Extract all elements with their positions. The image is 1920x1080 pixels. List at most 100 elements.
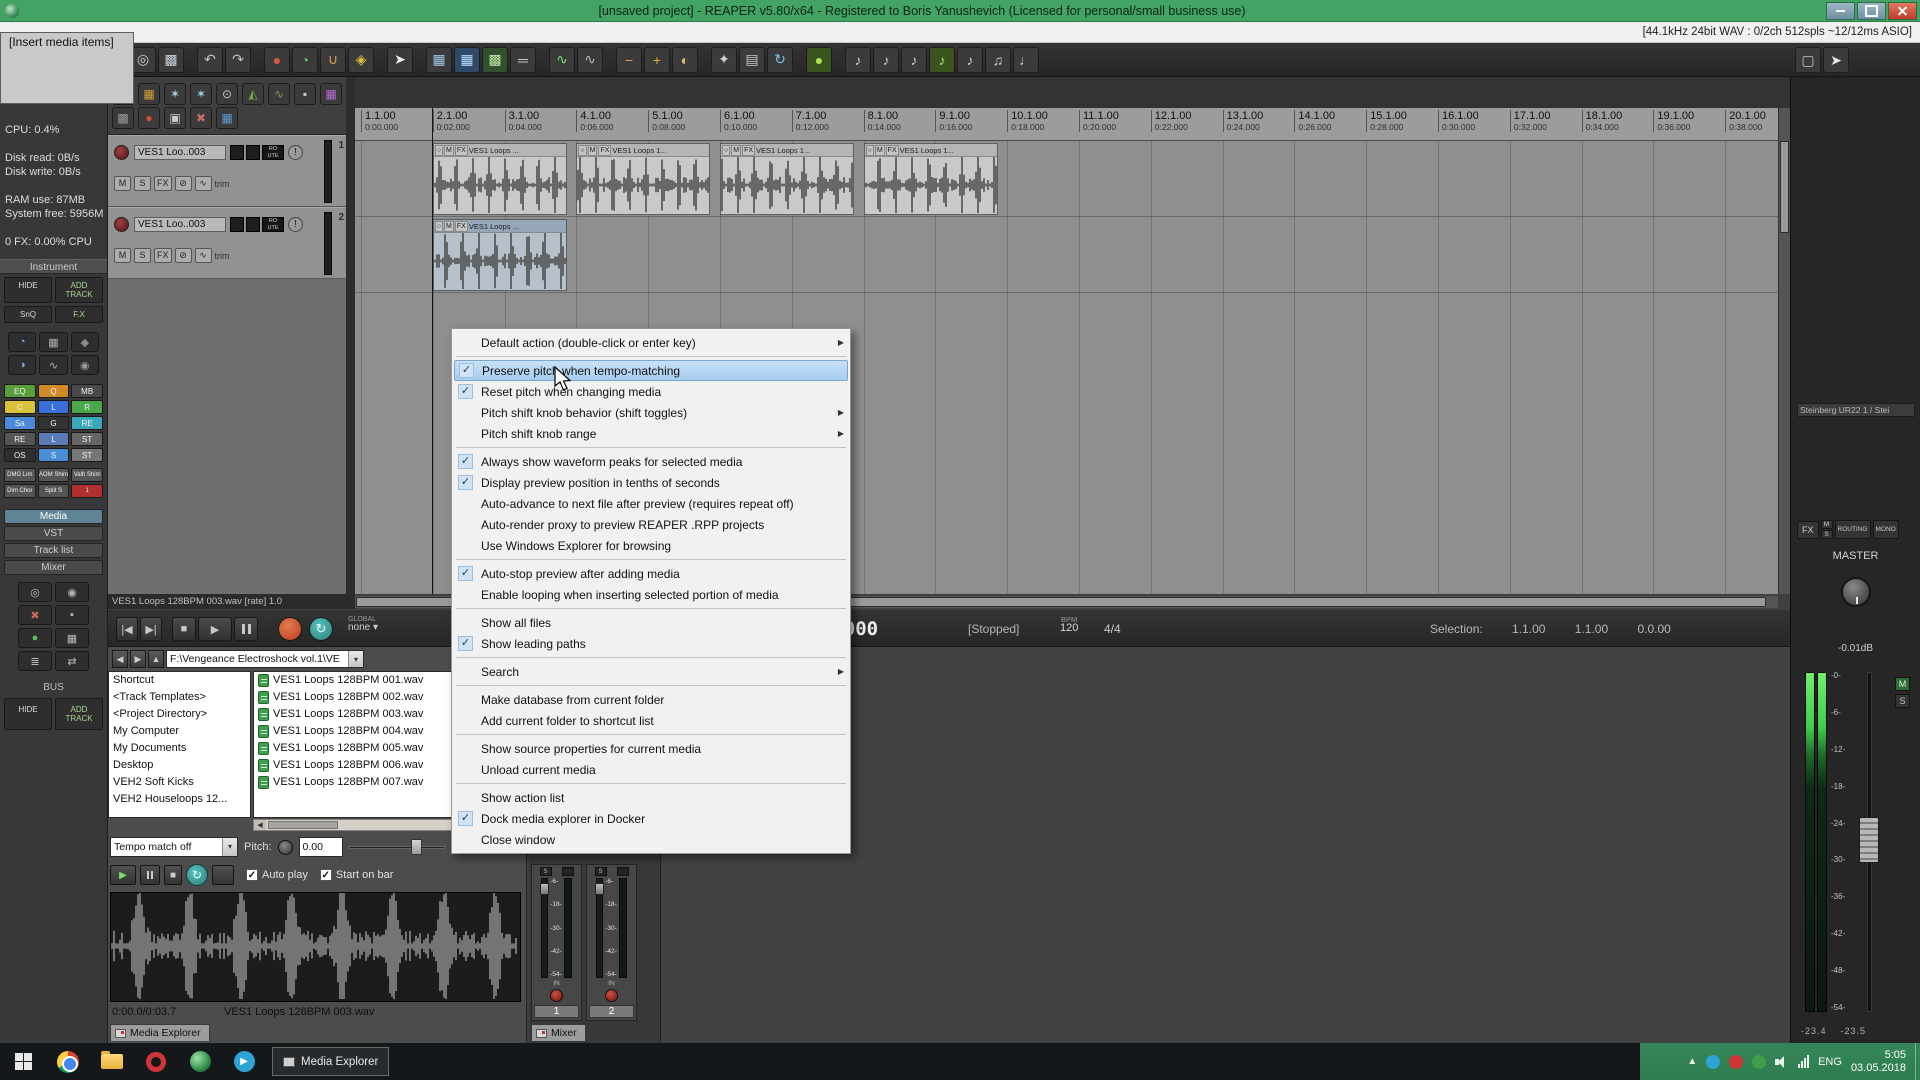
tray-telegram-icon[interactable] (1706, 1055, 1720, 1069)
performance-cursor-icon[interactable]: ➤ (1823, 47, 1849, 73)
snq-button[interactable]: SnQ (4, 306, 52, 323)
vertical-scrollbar[interactable] (1778, 108, 1790, 594)
meter-mute-button[interactable]: M (1895, 677, 1910, 691)
plugin-tile[interactable]: RE (4, 432, 36, 446)
shortcut-list[interactable]: Shortcut<Track Templates><Project Direct… (108, 671, 251, 818)
snq-icon[interactable]: ▪ (55, 605, 89, 625)
envelope-icon[interactable]: ∿ (549, 47, 575, 73)
sidebar-tab[interactable]: Media (4, 509, 103, 524)
project-cleanup-icon[interactable]: ▩ (158, 47, 184, 73)
master-routing-button[interactable]: ROUTING (1835, 520, 1871, 539)
plugin-tile[interactable]: Sa (4, 416, 36, 430)
shortcut-item[interactable]: My Documents (109, 740, 250, 757)
context-menu-item[interactable]: ✓ Preserve pitch when tempo-matching ▶ (454, 360, 848, 381)
volume-slider[interactable] (349, 839, 445, 855)
taskbar-media-explorer-button[interactable]: Media Explorer (272, 1047, 389, 1076)
preview-play-button[interactable]: ▶ (110, 865, 136, 885)
context-menu-item[interactable]: ✓ Auto-stop preview after adding media ▶ (454, 563, 848, 584)
width-button[interactable] (562, 867, 574, 876)
clock[interactable]: 5:0503.05.2018 (1851, 1049, 1906, 1075)
play-button[interactable]: ▶ (198, 617, 232, 641)
plugin-tile[interactable]: OS (4, 448, 36, 462)
external-sync-icon[interactable]: ↻ (767, 47, 793, 73)
fx-bypass-button[interactable] (246, 217, 260, 232)
wrench-icon[interactable]: ⊙ (216, 83, 238, 105)
shortcut-item[interactable]: Desktop (109, 757, 250, 774)
item-fx-button[interactable]: FX (455, 221, 468, 232)
timeline-ruler[interactable]: 1.1.00 0:00.000 2.1.00 0:02.000 3.1.00 0… (355, 108, 1778, 141)
tcp-splitter[interactable] (347, 77, 355, 594)
color-grid-icon[interactable]: ▦ (138, 83, 160, 105)
pan-knob-icon[interactable]: ◔ (8, 332, 36, 352)
go-to-end-button[interactable]: ▶| (140, 617, 162, 641)
context-menu-item[interactable]: ✓ ▶ (454, 682, 848, 689)
path-combo[interactable]: F:\Vengeance Electroshock vol.1\VE ▾ (166, 650, 364, 668)
width-button[interactable] (617, 867, 629, 876)
note-eighth-icon[interactable]: ♪ (901, 47, 927, 73)
item-mute-button[interactable]: M (444, 221, 454, 232)
forward-button[interactable]: ▶ (130, 650, 146, 668)
shortcut-item[interactable]: VEH2 Houseloops 12... (109, 791, 250, 808)
scroll-left-arrow[interactable]: ◀ (254, 820, 266, 830)
volume-icon[interactable] (1775, 1056, 1789, 1068)
plugin-tile[interactable]: ST (71, 448, 103, 462)
context-menu-item[interactable]: ✓ Use Windows Explorer for browsing ▶ (454, 535, 848, 556)
context-menu-item[interactable]: ✓ Unload current media ▶ (454, 759, 848, 780)
context-menu-item[interactable]: ✓ ▶ (454, 654, 848, 661)
plugin-tile[interactable]: L (38, 400, 70, 414)
back-button[interactable]: ◀ (112, 650, 128, 668)
sq-wave-icon[interactable]: ∿ (39, 355, 67, 375)
fx-chain-button[interactable]: FX (154, 248, 172, 263)
scrollbar-thumb[interactable] (268, 821, 338, 829)
context-menu-item[interactable]: ✓ Add current folder to shortcut list ▶ (454, 710, 848, 731)
note-quarter-icon[interactable]: ♪ (873, 47, 899, 73)
record-dot-icon[interactable]: ● (138, 107, 160, 129)
start-button[interactable] (0, 1043, 46, 1080)
tray-reaper-icon[interactable] (1752, 1055, 1766, 1069)
media-item[interactable]: ○ M FX VES1 Loops 1... (864, 143, 998, 215)
title-bar[interactable]: [unsaved project] - REAPER v5.80/x64 - R… (0, 0, 1920, 22)
item-mute-button[interactable]: M (588, 145, 598, 156)
note-sixteenth-icon[interactable]: ♫ (985, 47, 1011, 73)
palette-icon[interactable]: ▦ (320, 83, 342, 105)
plugin-tile[interactable]: DMG Lim (4, 468, 36, 482)
plugin-tile[interactable]: MB (71, 384, 103, 398)
context-menu-item[interactable]: ✓ Show leading paths ▶ (454, 633, 848, 654)
context-menu-item[interactable]: ✓ ▶ (454, 605, 848, 612)
grid-small-icon[interactable]: ▦ (39, 332, 67, 352)
tray-opera-icon[interactable] (1729, 1055, 1743, 1069)
route-small-icon[interactable]: ⇄ (55, 651, 89, 671)
envelope-alt-icon[interactable]: ∿ (577, 47, 603, 73)
master-mono-button[interactable]: MONO (1873, 520, 1899, 539)
solo-button[interactable]: S (540, 867, 552, 876)
context-menu-item[interactable]: ✓ Display preview position in tenths of … (454, 472, 848, 493)
snap-magnet-icon[interactable]: ∪ (320, 47, 346, 73)
monitor-warning-icon[interactable]: ! (288, 145, 303, 160)
taskbar-telegram-icon[interactable]: ▶ (222, 1043, 266, 1080)
note-triplet-icon[interactable]: ♪ (929, 47, 955, 73)
solo-button[interactable]: S (134, 248, 151, 263)
zoom-selection-icon[interactable]: ◐ (672, 47, 698, 73)
network-icon[interactable] (1798, 1055, 1809, 1068)
virtual-keyboard-icon[interactable]: ▤ (739, 47, 765, 73)
master-volume-knob[interactable] (1841, 577, 1871, 607)
plugin-tile[interactable]: Dim Chor (4, 484, 36, 498)
item-fx-button[interactable]: FX (886, 145, 899, 156)
time-signature[interactable]: 4/4 (1104, 622, 1121, 636)
context-menu-item[interactable]: ✓ Reset pitch when changing media ▶ (454, 381, 848, 402)
track-lane[interactable] (355, 141, 1778, 217)
remove-fx-icon[interactable]: ✖ (18, 605, 52, 625)
taskbar-chrome-icon[interactable] (46, 1043, 90, 1080)
monitor-green-icon[interactable]: ● (18, 628, 52, 648)
snap-grid-icon[interactable]: ▦ (454, 47, 480, 73)
plugin-tile[interactable]: Split S (38, 484, 70, 498)
note-rest-icon[interactable]: ♩ (1013, 47, 1039, 73)
parent-folder-button[interactable]: ▲ (148, 650, 164, 668)
context-menu-item[interactable]: ✓ Auto-render proxy to preview REAPER .R… (454, 514, 848, 535)
solo-button[interactable]: S (595, 867, 607, 876)
item-loop-icon[interactable]: ○ (435, 145, 443, 156)
preview-pause-button[interactable] (140, 865, 160, 885)
plugin-tile[interactable]: L (38, 432, 70, 446)
hide-button[interactable]: HIDE (4, 277, 52, 303)
grid-toggle-icon[interactable]: ▦ (426, 47, 452, 73)
